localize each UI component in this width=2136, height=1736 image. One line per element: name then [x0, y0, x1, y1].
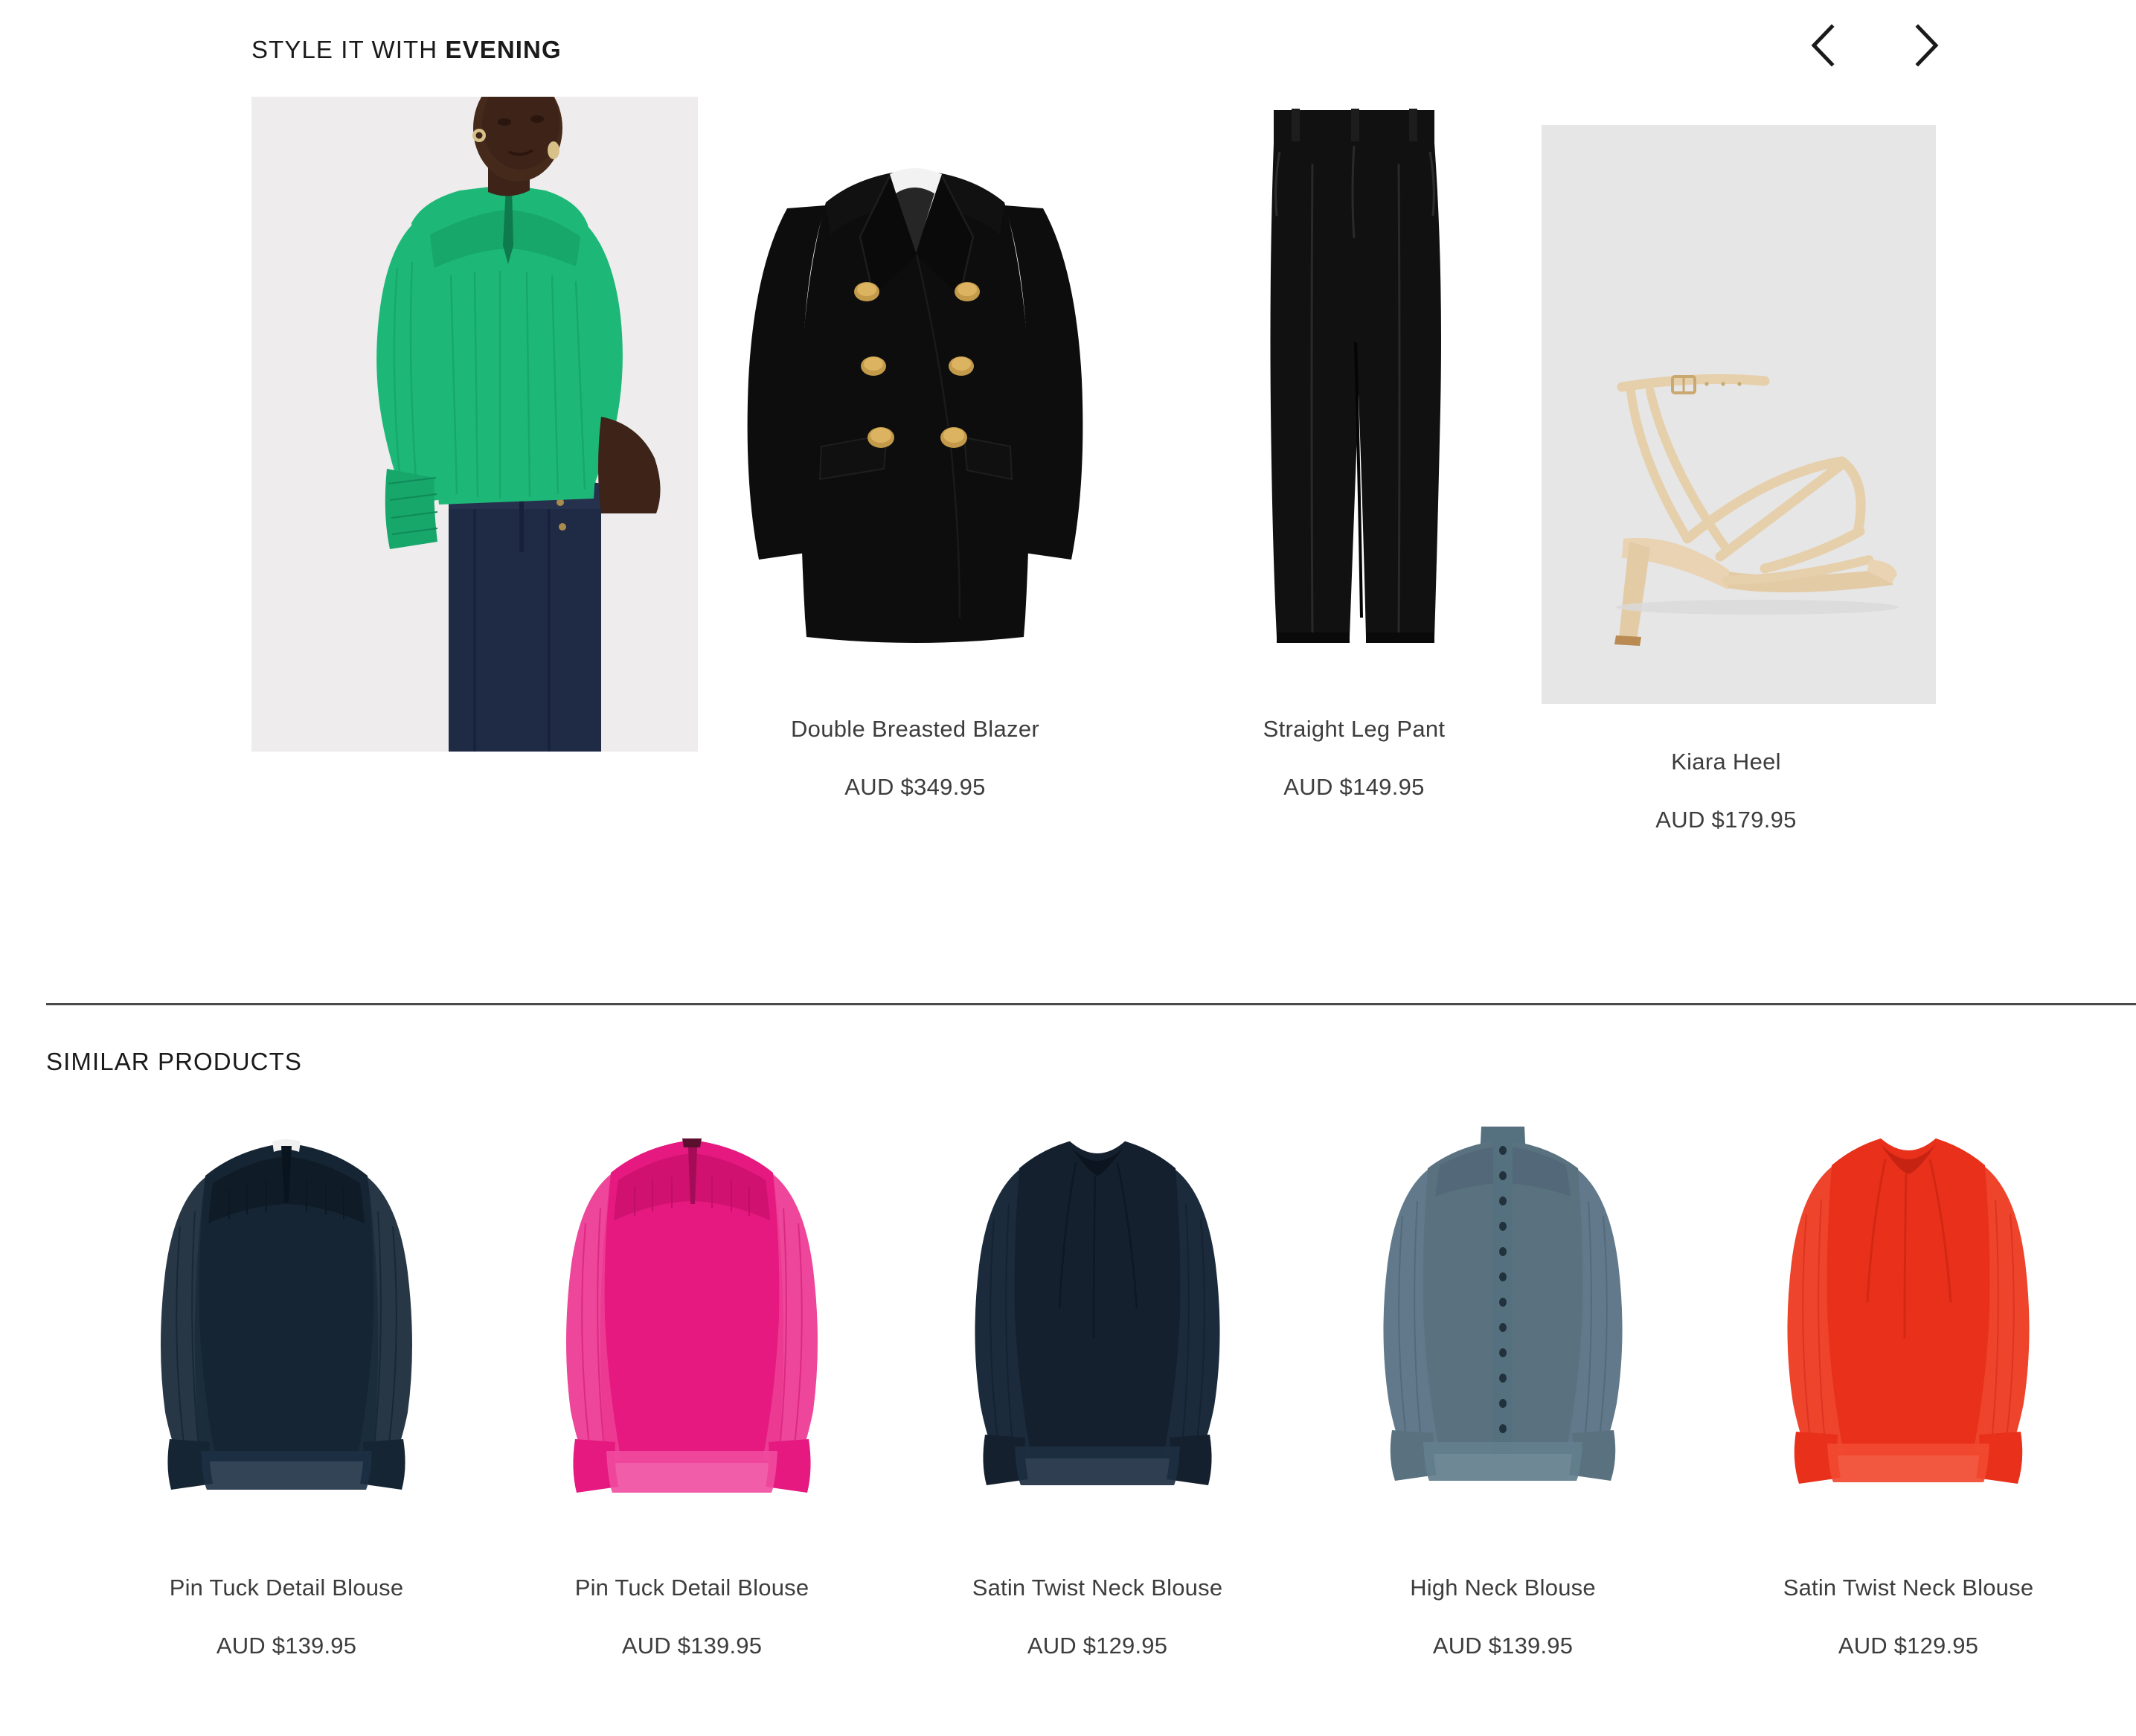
similar-product-card[interactable]: Satin Twist Neck Blouse AUD $129.95: [1734, 1115, 2083, 1659]
similar-products-section: SIMILAR PRODUCTS Pin Tuck Detail Blouse …: [0, 1003, 2136, 1736]
chevron-left-icon: [1806, 22, 1839, 68]
product-name: Straight Leg Pant: [1263, 716, 1446, 742]
similar-product-card[interactable]: High Neck Blouse AUD $139.95: [1328, 1115, 1678, 1659]
style-it-with-heading: STYLE IT WITH EVENING: [251, 36, 562, 64]
product-image-navy-satin-twist-neck-blouse[interactable]: [923, 1115, 1272, 1546]
style-it-with-heading-prefix: STYLE IT WITH: [251, 36, 446, 63]
product-price: AUD $139.95: [216, 1633, 357, 1659]
product-price: AUD $349.95: [844, 774, 986, 800]
product-image-double-breasted-blazer[interactable]: [714, 97, 1116, 699]
product-name: High Neck Blouse: [1410, 1575, 1596, 1601]
product-card[interactable]: Kiara Heel AUD $179.95: [1525, 97, 1936, 833]
carousel-prev-button[interactable]: [1800, 22, 1846, 68]
product-image-pink-pin-tuck-detail-blouse[interactable]: [517, 1115, 867, 1546]
similar-products-grid: Pin Tuck Detail Blouse AUD $139.95 Pin T…: [112, 1115, 2083, 1659]
product-image-red-satin-twist-neck-blouse[interactable]: [1734, 1115, 2083, 1546]
product-price: AUD $129.95: [1838, 1633, 1979, 1659]
product-image-navy-pin-tuck-detail-blouse[interactable]: [112, 1115, 461, 1546]
chevron-right-icon: [1911, 22, 1943, 68]
style-it-with-heading-accent: EVENING: [445, 36, 562, 63]
product-name: Satin Twist Neck Blouse: [972, 1575, 1223, 1601]
product-name: Double Breasted Blazer: [790, 716, 1039, 742]
style-it-with-section: STYLE IT WITH EVENING Double Breasted Bl…: [0, 0, 2136, 990]
product-price: AUD $129.95: [1027, 1633, 1168, 1659]
product-price: AUD $179.95: [1655, 807, 1797, 833]
product-image-slate-high-neck-blouse[interactable]: [1328, 1115, 1678, 1546]
product-name: Kiara Heel: [1671, 749, 1781, 775]
product-image-straight-leg-pant[interactable]: [1153, 97, 1555, 699]
product-card[interactable]: Double Breasted Blazer AUD $349.95: [714, 97, 1116, 801]
hero-lifestyle-image[interactable]: [251, 97, 698, 752]
product-name: Pin Tuck Detail Blouse: [169, 1575, 404, 1601]
product-card[interactable]: Straight Leg Pant AUD $149.95: [1153, 97, 1555, 801]
product-price: AUD $139.95: [1432, 1633, 1574, 1659]
product-price: AUD $139.95: [621, 1633, 763, 1659]
carousel-navigation: [1800, 22, 1950, 68]
product-name: Pin Tuck Detail Blouse: [574, 1575, 809, 1601]
style-it-with-carousel-track[interactable]: Double Breasted Blazer AUD $349.95 Strai…: [0, 97, 2136, 908]
similar-product-card[interactable]: Pin Tuck Detail Blouse AUD $139.95: [112, 1115, 461, 1659]
similar-product-card[interactable]: Satin Twist Neck Blouse AUD $129.95: [923, 1115, 1272, 1659]
product-name: Satin Twist Neck Blouse: [1783, 1575, 2034, 1601]
product-image-kiara-heel[interactable]: [1542, 125, 1936, 704]
similar-products-heading: SIMILAR PRODUCTS: [46, 1048, 302, 1075]
carousel-next-button[interactable]: [1904, 22, 1950, 68]
product-price: AUD $149.95: [1283, 774, 1425, 800]
similar-product-card[interactable]: Pin Tuck Detail Blouse AUD $139.95: [517, 1115, 867, 1659]
